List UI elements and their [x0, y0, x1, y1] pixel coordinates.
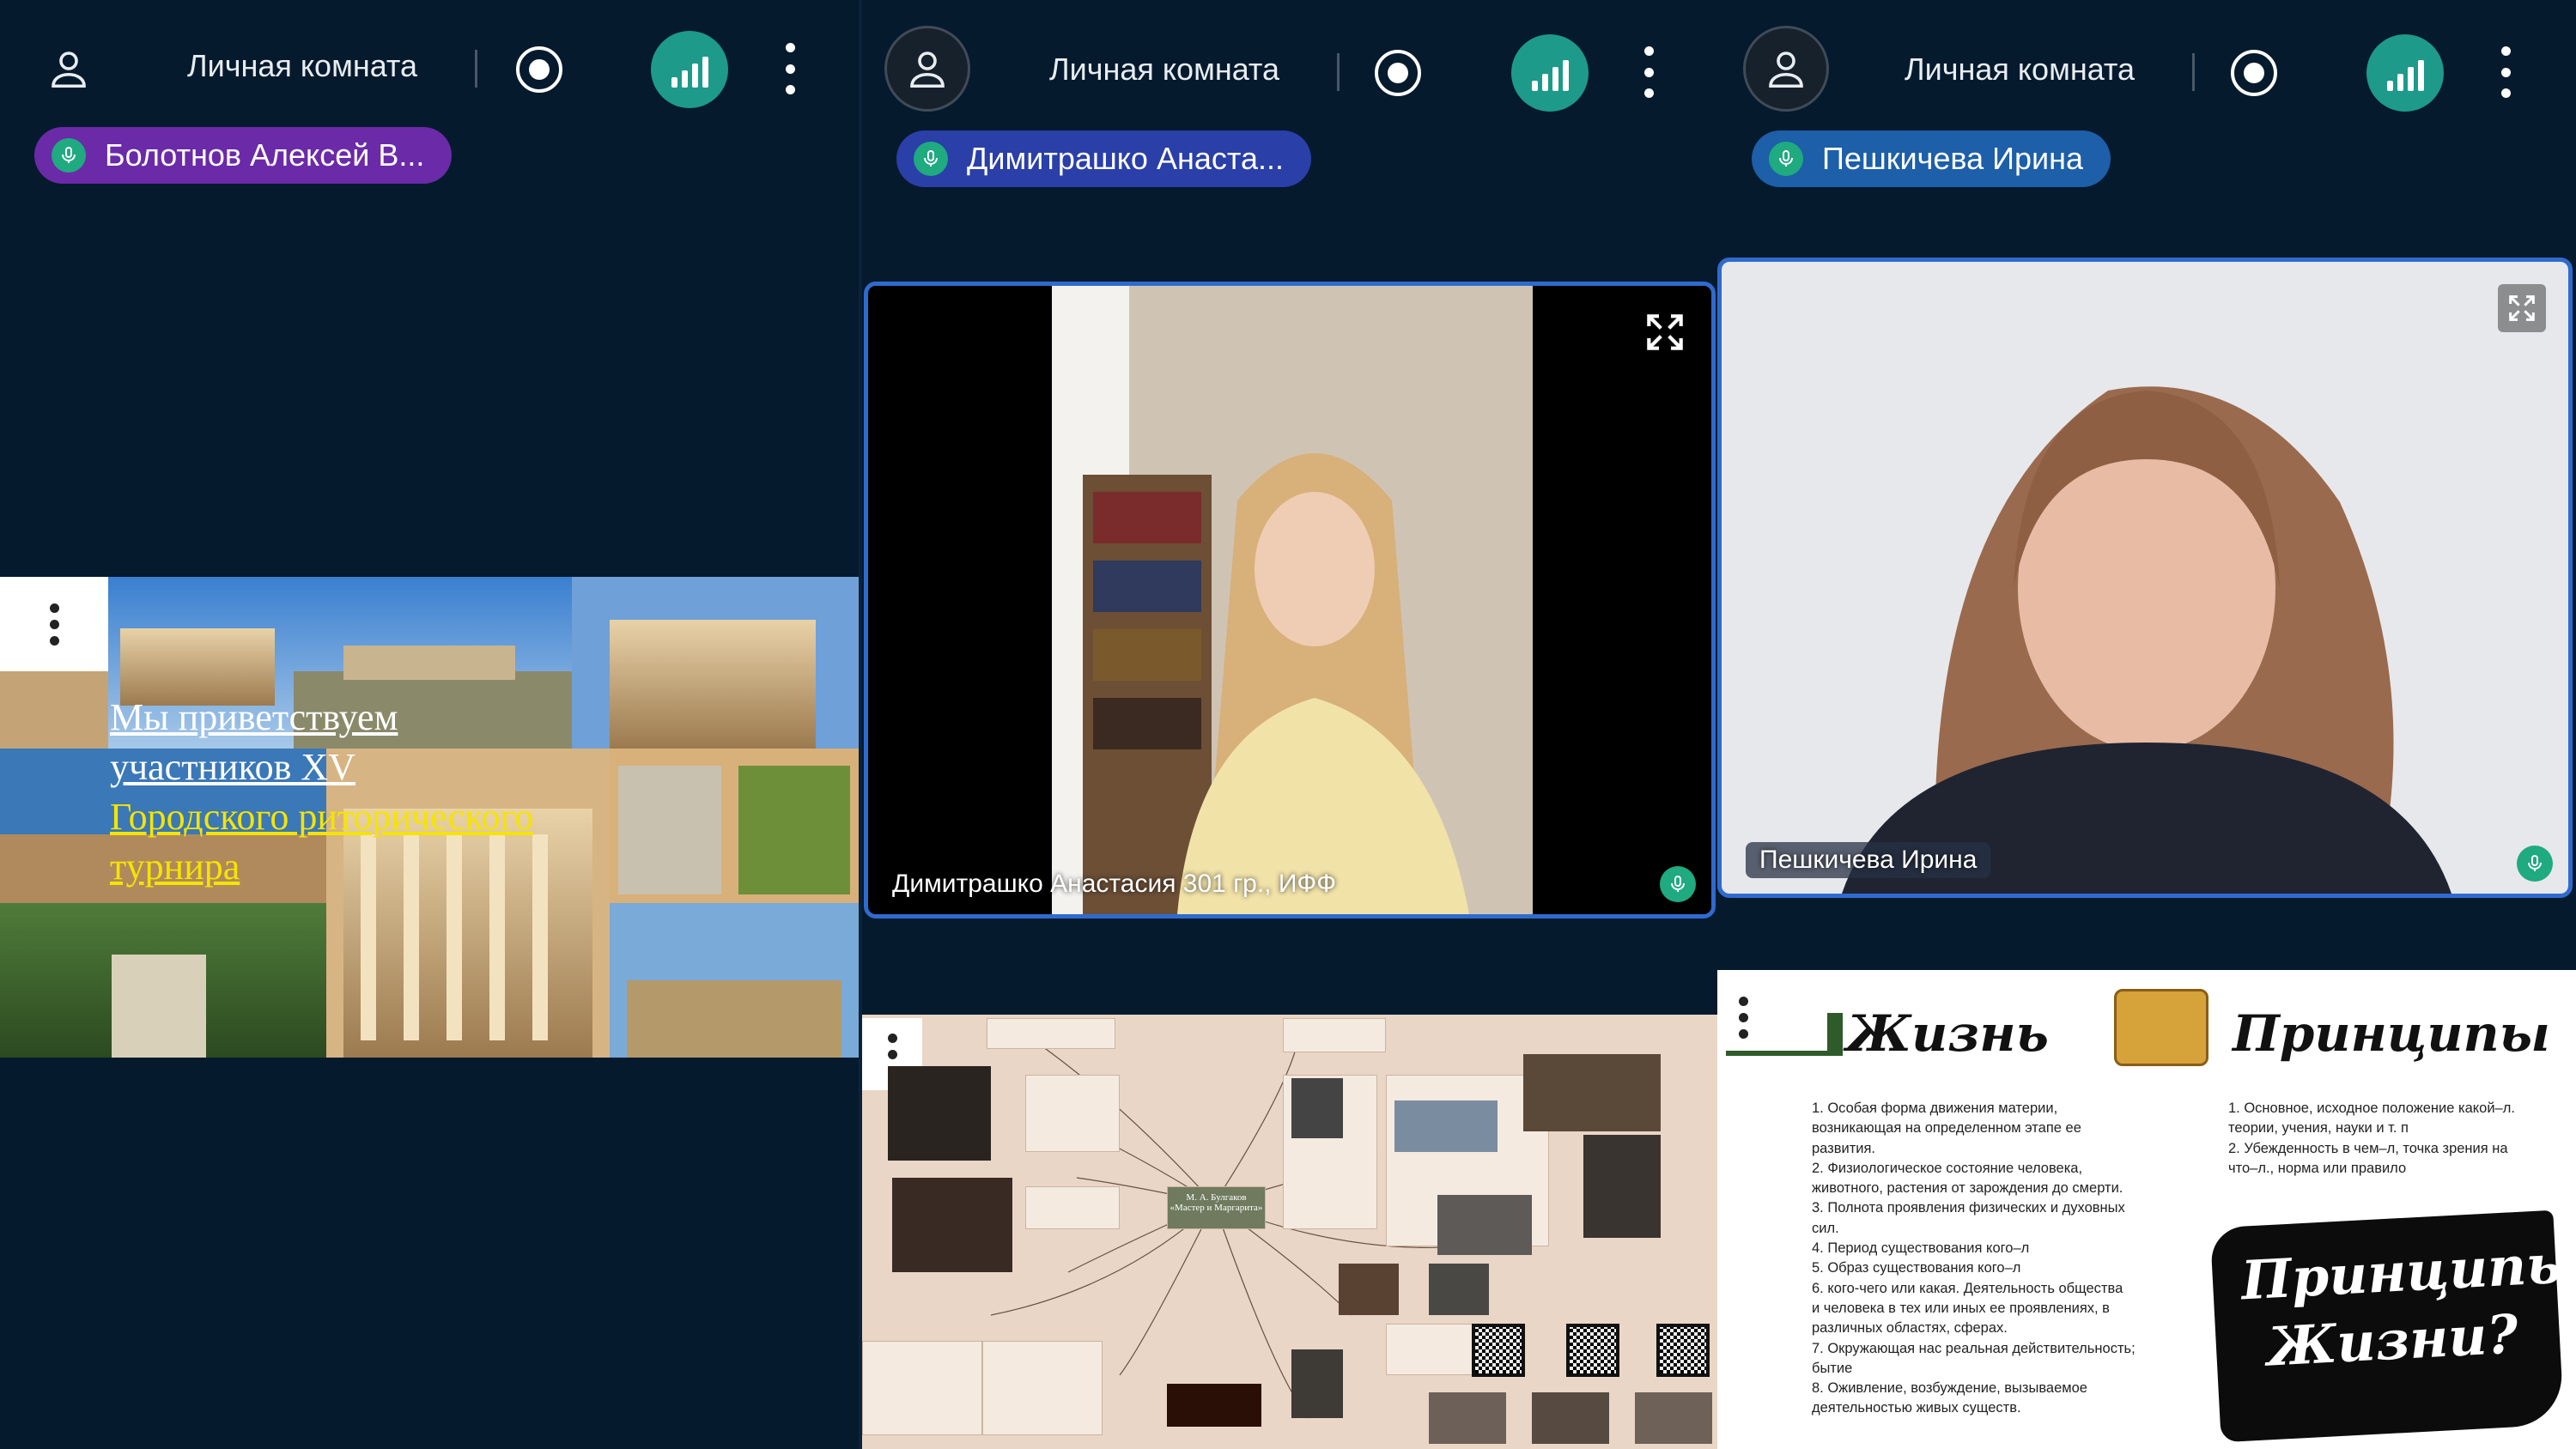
panel-header: Личная комната [862, 0, 1717, 137]
mindmap-photo [1437, 1195, 1532, 1255]
record-icon[interactable] [2231, 50, 2277, 96]
shared-slide-welcome[interactable]: Мы приветствуем участников XV Городского… [0, 577, 859, 1058]
panel-header: Личная комната [1717, 0, 2576, 137]
mindmap-photo [1583, 1135, 1661, 1238]
divider [2192, 53, 2195, 91]
record-icon[interactable] [516, 46, 562, 93]
decor-bar [1726, 1051, 1829, 1056]
mindmap-photo [1635, 1392, 1712, 1444]
mindmap-node [1283, 1018, 1386, 1052]
signal-strength-icon[interactable] [2366, 34, 2444, 112]
welcome-line-3: Городского риторического [110, 796, 534, 838]
expand-icon[interactable] [1641, 308, 1689, 356]
shared-slide-mindmap[interactable]: М. А. Булгаков «Мастер и Маргарита» [862, 1015, 1717, 1449]
user-icon [26, 26, 112, 112]
mindmap-node [862, 1341, 982, 1435]
mindmap-photo [1291, 1349, 1343, 1418]
microphone-icon [2517, 846, 2553, 882]
mindmap-node [982, 1341, 1103, 1435]
mindmap-photo [1523, 1054, 1661, 1131]
microphone-icon [1769, 142, 1803, 176]
principle-definitions: 1. Основное, исходное положение какой–л.… [2228, 1100, 2515, 1176]
user-icon [884, 26, 970, 112]
mindmap-photo [1394, 1100, 1498, 1152]
video-tile-peshkicheva[interactable]: Пешкичева Ирина [1717, 258, 2573, 898]
participant-name-chip[interactable]: Пешкичева Ирина [1752, 130, 2111, 187]
life-definitions: 1. Особая форма движения материи, возник… [1812, 1100, 2136, 1416]
microphone-icon [914, 142, 948, 176]
participant-name: Болотнов Алексей В... [105, 137, 425, 173]
participant-panel-1: Личная комната Болотнов Алексей В... Мы … [0, 0, 859, 1449]
treasure-chest-icon [2114, 989, 2208, 1066]
qr-code [1656, 1324, 1710, 1377]
more-options-icon[interactable] [2497, 46, 2514, 98]
mindmap-node [1025, 1075, 1120, 1152]
shared-slide-principles[interactable]: Жизнь Принципы 1. Особая форма движения … [1717, 970, 2576, 1449]
qr-code [1566, 1324, 1619, 1377]
video-feed [868, 286, 1711, 914]
participant-panel-3: Личная комната Пешкичева Ирина Пешкичева… [1717, 0, 2576, 1449]
slide-title-principles: Принципы [2233, 1004, 2550, 1063]
participant-panel-2: Личная комната Димитрашко Анаста... Дими [862, 0, 1717, 1449]
mindmap-photo [1291, 1078, 1343, 1138]
mindmap-photo [1429, 1264, 1489, 1315]
video-feed [1722, 262, 2568, 894]
mindmap-center-node: М. А. Булгаков «Мастер и Маргарита» [1167, 1186, 1266, 1229]
mindmap-photo [1532, 1392, 1609, 1444]
decor-bar [1827, 1013, 1843, 1056]
room-title: Личная комната [1905, 52, 2136, 87]
video-participant-name[interactable]: Пешкичева Ирина [1746, 842, 1991, 878]
divider [1337, 53, 1340, 91]
mindmap-node [987, 1018, 1115, 1049]
mindmap-photo [1339, 1264, 1399, 1315]
slide-title-life: Жизнь [1846, 1004, 2049, 1063]
microphone-icon [52, 138, 86, 173]
mindmap-photo [892, 1178, 1012, 1272]
microphone-icon [1660, 866, 1696, 902]
banner-line-2: Жизни? [2265, 1302, 2520, 1379]
user-icon [1743, 26, 1829, 112]
divider [475, 50, 477, 88]
video-participant-name[interactable]: Димитрашко Анастасия 301 гр., ИФФ [892, 870, 1336, 899]
mindmap-photo [1429, 1392, 1506, 1444]
panel-header: Личная комната [0, 0, 859, 137]
participant-name: Димитрашко Анаста... [967, 141, 1284, 176]
welcome-line-1: Мы приветствуем [110, 696, 398, 738]
slide-options-icon[interactable] [0, 577, 108, 671]
expand-icon[interactable] [2498, 284, 2546, 332]
mindmap-photo [888, 1066, 991, 1161]
more-options-icon[interactable] [1640, 46, 1657, 98]
slide-options-icon[interactable] [1717, 987, 1769, 1047]
room-title: Личная комната [187, 48, 418, 83]
video-tile-dimitrashko[interactable]: Димитрашко Анастасия 301 гр., ИФФ [864, 282, 1716, 919]
welcome-line-2: участников XV [110, 746, 355, 788]
signal-strength-icon[interactable] [1511, 34, 1589, 112]
qr-code [1472, 1324, 1525, 1377]
participant-name-chip[interactable]: Димитрашко Анаста... [896, 130, 1311, 187]
room-title: Личная комната [1049, 52, 1280, 87]
more-options-icon[interactable] [781, 43, 799, 94]
participant-name-chip[interactable]: Болотнов Алексей В... [34, 127, 453, 184]
participant-name: Пешкичева Ирина [1822, 141, 2084, 176]
mindmap-photo [1167, 1384, 1261, 1427]
welcome-line-4: турнира [110, 846, 240, 888]
signal-strength-icon[interactable] [651, 31, 728, 108]
record-icon[interactable] [1375, 50, 1421, 96]
mindmap-node [1025, 1186, 1120, 1229]
